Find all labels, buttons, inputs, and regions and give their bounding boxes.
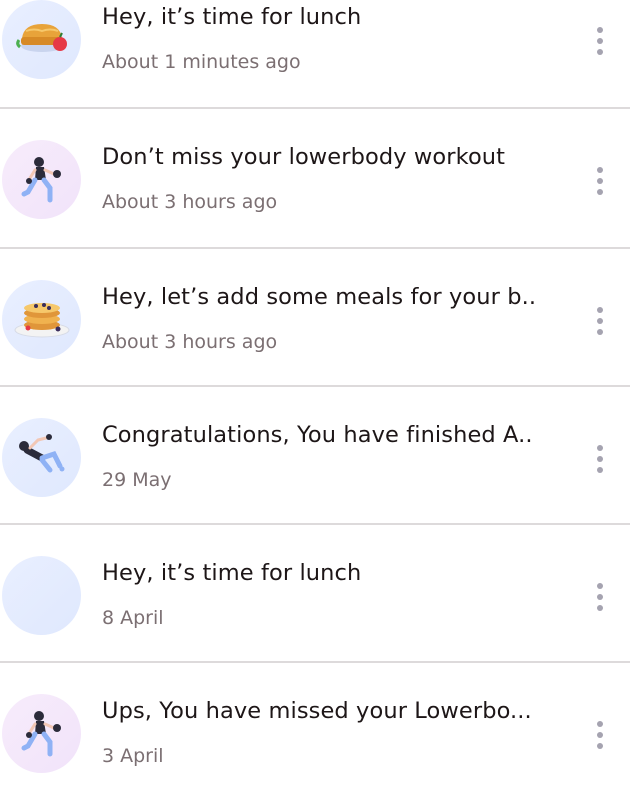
more-options-icon[interactable] [590,721,610,749]
more-options-icon[interactable] [590,167,610,195]
notification-title: Hey, let’s add some meals for your b.. [102,284,537,310]
workout-icon [2,140,81,219]
more-options-icon[interactable] [590,445,610,473]
notification-time: 8 April [102,607,164,629]
notification-item[interactable]: Hey, it’s time for lunch About 1 minutes… [0,0,630,108]
divider [0,385,630,387]
divider [0,661,630,663]
more-options-icon[interactable] [590,583,610,611]
notification-time: About 3 hours ago [102,331,278,353]
notification-title: Ups, You have missed your Lowerbo... [102,698,532,724]
notification-title: Don’t miss your lowerbody workout [102,144,506,170]
pancake-icon [2,280,81,359]
notification-time: 3 April [102,745,164,767]
notification-item[interactable]: Congratulations, You have finished A.. 2… [0,418,630,526]
divider [0,523,630,525]
notification-title: Hey, it’s time for lunch [102,4,362,30]
notification-item[interactable]: Hey, it’s time for lunch 8 April [0,556,630,664]
divider [0,247,630,249]
notification-list: Hey, it’s time for lunch About 1 minutes… [0,0,630,774]
workout-icon [2,694,81,773]
divider [0,107,630,109]
notification-item[interactable]: Don’t miss your lowerbody workout About … [0,140,630,248]
notification-title: Congratulations, You have finished A.. [102,422,533,448]
notification-time: 29 May [102,469,172,491]
blank-avatar [2,556,81,635]
notification-time: About 1 minutes ago [102,51,301,73]
notification-item[interactable]: Ups, You have missed your Lowerbo... 3 A… [0,694,630,802]
notification-title: Hey, it’s time for lunch [102,560,362,586]
notification-time: About 3 hours ago [102,191,278,213]
notification-item[interactable]: Hey, let’s add some meals for your b.. A… [0,280,630,388]
lunch-icon [2,0,81,79]
exercise-icon [2,418,81,497]
more-options-icon[interactable] [590,307,610,335]
more-options-icon[interactable] [590,27,610,55]
